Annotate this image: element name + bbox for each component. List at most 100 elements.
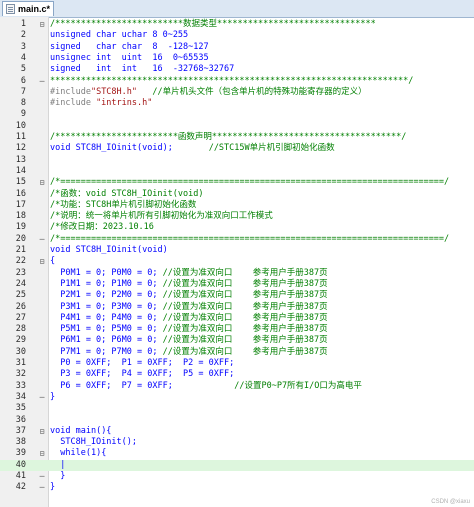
code-line[interactable]: 24 P1M1 = 0; P1M0 = 0; //设置为准双向口 参考用户手册3… (0, 279, 474, 290)
code-line[interactable]: 5 signed int int 16 -32768~32767 (0, 64, 474, 75)
code-text: P2M1 = 0; P2M0 = 0; //设置为准双向口 参考用户手册387页 (50, 290, 327, 301)
code-line[interactable]: 2 unsigned char uchar 8 0~255 (0, 30, 474, 41)
code-line[interactable]: 25 P2M1 = 0; P2M0 = 0; //设置为准双向口 参考用户手册3… (0, 290, 474, 301)
code-token: P3M1 = 0; P3M0 = 0; (50, 301, 163, 312)
code-text: unsigned char uchar 8 0~255 (50, 30, 188, 41)
code-line[interactable]: 13 (0, 155, 474, 166)
line-number: 10 (15, 120, 26, 131)
line-number: 17 (15, 199, 26, 210)
code-line[interactable]: 7 #include"STC8H.h" //单片机头文件（包含单片机的特殊功能寄存… (0, 87, 474, 98)
line-number: 13 (15, 154, 26, 165)
code-line[interactable]: 27 P4M1 = 0; P4M0 = 0; //设置为准双向口 参考用户手册3… (0, 313, 474, 324)
code-token: ){ (96, 448, 107, 459)
code-line[interactable]: 40 | (0, 459, 474, 471)
line-number: 28 (15, 324, 26, 335)
code-line[interactable]: 6 ─ **************************************… (0, 76, 474, 87)
code-text: signed int int 16 -32768~32767 (50, 64, 234, 75)
code-line[interactable]: 29 P6M1 = 0; P6M0 = 0; //设置为准双向口 参考用户手册3… (0, 335, 474, 346)
code-text: void STC8H_IOinit(void); //STC15W单片机引脚初始… (50, 143, 335, 154)
code-line[interactable]: 19 /*修改日期：2023.10.16 (0, 222, 474, 233)
fold-end-icon: ─ (39, 472, 45, 481)
code-token: main(){ (70, 425, 112, 436)
code-line[interactable]: 16 /*函数：void STC8H_IOinit(void) (0, 189, 474, 200)
code-line[interactable]: 3 signed char char 8 -128~127 (0, 42, 474, 53)
code-line[interactable]: 42 ─} (0, 482, 474, 493)
code-text: /*修改日期：2023.10.16 (50, 222, 154, 233)
code-token: } (50, 471, 66, 481)
fold-collapse-icon[interactable]: ⊟ (38, 448, 46, 459)
line-number: 19 (15, 222, 26, 233)
code-text: | (50, 460, 65, 471)
code-token: "intrins.h" (96, 98, 153, 109)
code-token: { (50, 256, 56, 267)
code-text: /*说明：统一将单片机所有引脚初始化为准双向口工作模式 (50, 211, 273, 222)
code-token: //设置为准双向口 参考用户手册387页 (162, 267, 328, 278)
code-text: /*功能：STC8H单片机引脚初始化函数 (50, 200, 196, 211)
code-line[interactable]: 20 ─ /*===================================… (0, 234, 474, 245)
code-token: signed char char 8 -128~127 (50, 41, 209, 52)
code-line[interactable]: 33 P6 = 0XFF; P7 = 0XFF; //设置P0~P7所有I/O口… (0, 381, 474, 392)
code-token: while (60, 448, 86, 459)
code-line[interactable]: 12 void STC8H_IOinit(void); //STC15W单片机引脚… (0, 143, 474, 154)
fold-collapse-icon[interactable]: ⊟ (38, 177, 46, 188)
code-token: void (50, 425, 71, 436)
code-line[interactable]: 34 ─} (0, 392, 474, 403)
code-line[interactable]: 14 (0, 166, 474, 177)
line-number: 41 (15, 471, 26, 481)
code-line[interactable]: 32 P3 = 0XFF; P4 = 0XFF; P5 = 0XFF; (0, 369, 474, 380)
code-line[interactable]: 15 ⊟ /*===================================… (0, 177, 474, 188)
code-line[interactable]: 37 ⊟ void main(){ (0, 426, 474, 437)
line-number: 11 (15, 132, 26, 142)
code-line[interactable]: 11 /************************函数声明*********… (0, 132, 474, 143)
code-line[interactable]: 36 (0, 415, 474, 426)
code-line[interactable]: 21 void STC8H_IOinit(void) (0, 245, 474, 256)
code-line[interactable]: 1 ⊟ /*************************数据类型********… (0, 19, 474, 30)
code-text: /************************函数声明***********… (50, 132, 406, 143)
code-text: void main(){ (50, 426, 111, 437)
code-text: unsignec int uint 16 0~65535 (50, 53, 209, 64)
code-line[interactable]: 35 (0, 403, 474, 414)
code-line[interactable]: 4 unsignec int uint 16 0~65535 (0, 53, 474, 64)
line-number: 26 (15, 301, 26, 312)
code-token: //STC15W单片机引脚初始化函数 (172, 143, 335, 154)
code-line[interactable]: 9 (0, 109, 474, 120)
line-number: 32 (15, 369, 26, 380)
code-text: } (50, 482, 55, 493)
code-line[interactable]: 41 ─ } (0, 471, 474, 482)
code-line[interactable]: 17 /*功能：STC8H单片机引脚初始化函数 (0, 200, 474, 211)
code-text: P3M1 = 0; P3M0 = 0; //设置为准双向口 参考用户手册387页 (50, 301, 327, 313)
code-token: /*修改日期：2023.10.16 (50, 222, 154, 233)
line-number: 15 (15, 177, 26, 188)
code-text: /*======================================… (50, 234, 449, 245)
fold-collapse-icon[interactable]: ⊟ (38, 19, 46, 30)
line-number: 25 (15, 290, 26, 301)
code-line[interactable]: 18 /*说明：统一将单片机所有引脚初始化为准双向口工作模式 (0, 211, 474, 222)
fold-end-icon: ─ (39, 483, 45, 493)
code-line[interactable]: 39 ⊟ while(1){ (0, 448, 474, 459)
code-text: P4M1 = 0; P4M0 = 0; //设置为准双向口 参考用户手册387页 (50, 313, 327, 324)
code-line[interactable]: 22 ⊟ { (0, 256, 474, 267)
code-line[interactable]: 23 P0M1 = 0; P0M0 = 0; //设置为准双向口 参考用户手册3… (0, 268, 474, 279)
line-number: 3 (20, 41, 26, 52)
fold-collapse-icon[interactable]: ⊟ (38, 256, 46, 267)
line-number: 22 (15, 256, 26, 267)
code-line[interactable]: 8 #include "intrins.h" (0, 98, 474, 109)
code-token: STC8H_IOinit( (70, 143, 143, 154)
code-text: P0 = 0XFF; P1 = 0XFF; P2 = 0XFF; (50, 358, 234, 369)
code-editor[interactable]: 1 ⊟ /*************************数据类型********… (0, 17, 474, 507)
code-token: void (142, 245, 163, 255)
fold-collapse-icon[interactable]: ⊟ (38, 426, 46, 437)
code-token: STC8H_IOinit( (70, 245, 143, 255)
code-line[interactable]: 28 P5M1 = 0; P5M0 = 0; //设置为准双向口 参考用户手册3… (0, 324, 474, 335)
code-token: P1M1 = 0; P1M0 = 0; (50, 278, 163, 289)
line-number: 4 (20, 52, 26, 63)
code-token: P3 = 0XFF; P4 = 0XFF; P5 = 0XFF; (50, 369, 235, 380)
code-line[interactable]: 31 P0 = 0XFF; P1 = 0XFF; P2 = 0XFF; (0, 358, 474, 369)
tab-main-c[interactable]: main.c* (2, 1, 54, 16)
code-line[interactable]: 38 STC8H_IOinit(); (0, 437, 474, 448)
code-line[interactable]: 10 (0, 121, 474, 132)
code-line[interactable]: 26 P3M1 = 0; P3M0 = 0; //设置为准双向口 参考用户手册3… (0, 302, 474, 313)
code-token: #include (50, 86, 91, 97)
code-line[interactable]: 30 P7M1 = 0; P7M0 = 0; //设置为准双向口 参考用户手册3… (0, 347, 474, 358)
code-token: | (50, 459, 66, 470)
